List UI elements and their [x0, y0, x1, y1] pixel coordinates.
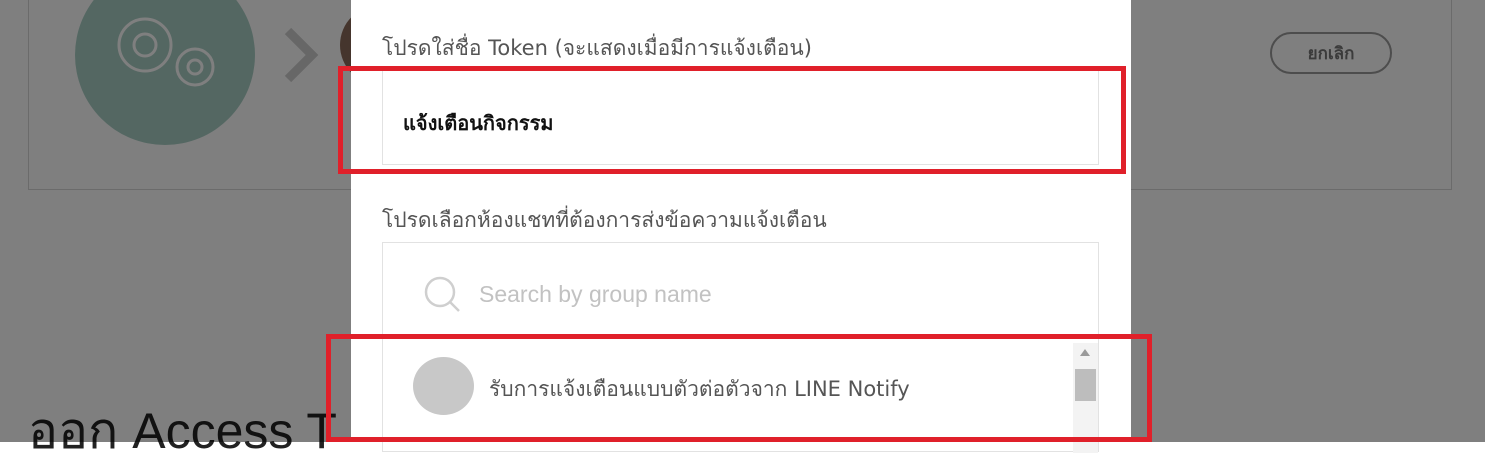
- list-item[interactable]: รับการแจ้งเตือนแบบตัวต่อตัวจาก LINE Noti…: [383, 343, 1073, 433]
- scroll-thumb[interactable]: [1075, 369, 1096, 401]
- scroll-up-icon[interactable]: [1080, 349, 1090, 356]
- group-search-input[interactable]: [477, 273, 1041, 315]
- chat-room-selector: รับการแจ้งเตือนแบบตัวต่อตัวจาก LINE Noti…: [382, 242, 1099, 453]
- chat-room-label: โปรดเลือกห้องแชทที่ต้องการส่งข้อความแจ้ง…: [382, 208, 827, 232]
- avatar: [413, 357, 474, 415]
- search-icon: [424, 276, 460, 312]
- issue-token-dialog: โปรดใส่ชื่อ Token (จะแสดงเมื่อมีการแจ้งเ…: [351, 0, 1131, 453]
- token-name-value: แจ้งเตือนกิจกรรม: [403, 111, 554, 135]
- token-name-label: โปรดใส่ชื่อ Token (จะแสดงเมื่อมีการแจ้งเ…: [382, 36, 812, 60]
- list-item-label: รับการแจ้งเตือนแบบตัวต่อตัวจาก LINE Noti…: [489, 377, 910, 401]
- list-scrollbar[interactable]: [1073, 343, 1098, 453]
- token-name-field[interactable]: แจ้งเตือนกิจกรรม: [382, 70, 1099, 165]
